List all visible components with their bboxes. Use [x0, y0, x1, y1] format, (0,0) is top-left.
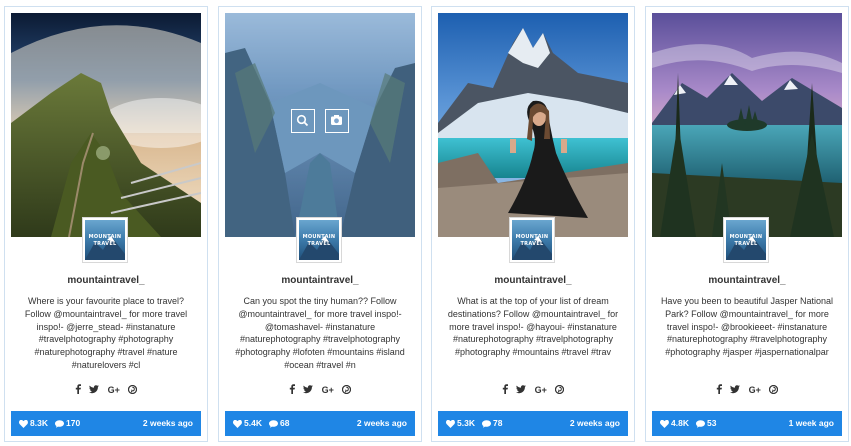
google-plus-icon[interactable]: G+ — [749, 385, 761, 395]
comment-count[interactable]: 78 — [482, 418, 502, 428]
share-icons: G+ — [5, 384, 207, 396]
post-caption: What is at the top of your list of dream… — [447, 296, 619, 358]
comment-icon — [55, 420, 64, 428]
like-count[interactable]: 5.3K — [445, 418, 475, 428]
like-count[interactable]: 5.4K — [232, 418, 262, 428]
avatar[interactable]: MOUNTAIN TRAVEL — [509, 217, 555, 263]
avatar-logo-line2: TRAVEL — [307, 241, 331, 247]
post-photo[interactable] — [11, 13, 201, 237]
comment-icon — [269, 420, 278, 428]
post-time-ago: 2 weeks ago — [569, 418, 620, 428]
username[interactable]: mountaintravel_ — [219, 275, 421, 286]
avatar-logo-line2: TRAVEL — [734, 241, 758, 247]
post-card[interactable]: MOUNTAIN TRAVEL mountaintravel_ Can you … — [218, 6, 422, 442]
post-caption: Can you spot the tiny human?? Follow @mo… — [235, 296, 405, 370]
username[interactable]: mountaintravel_ — [646, 275, 848, 286]
zoom-button[interactable] — [290, 109, 315, 133]
heart-icon — [18, 419, 28, 428]
heart-icon — [659, 419, 669, 428]
avatar-logo-line1: MOUNTAIN — [302, 234, 336, 240]
avatar-logo-line2: TRAVEL — [93, 241, 117, 247]
twitter-icon[interactable] — [516, 384, 527, 396]
avatar[interactable]: MOUNTAIN TRAVEL — [82, 217, 128, 263]
post-stats-bar: 5.4K 68 2 weeks ago — [225, 411, 415, 436]
heart-icon — [232, 419, 242, 428]
post-photo[interactable] — [438, 13, 628, 237]
username[interactable]: mountaintravel_ — [5, 275, 207, 286]
pinterest-icon[interactable] — [555, 384, 565, 396]
twitter-icon[interactable] — [89, 384, 100, 396]
pinterest-icon[interactable] — [769, 384, 779, 396]
post-caption: Where is your favourite place to travel?… — [24, 296, 188, 370]
post-caption: Have you been to beautiful Jasper Nation… — [660, 296, 834, 358]
facebook-icon[interactable] — [289, 384, 295, 396]
post-card[interactable]: MOUNTAIN TRAVEL mountaintravel_ Have you… — [645, 6, 849, 442]
post-photo[interactable] — [225, 13, 415, 237]
google-plus-icon[interactable]: G+ — [322, 385, 334, 395]
open-instagram-button[interactable] — [325, 109, 350, 133]
avatar-logo-line1: MOUNTAIN — [515, 234, 549, 240]
avatar[interactable]: MOUNTAIN TRAVEL — [723, 217, 769, 263]
post-stats-bar: 5.3K 78 2 weeks ago — [438, 411, 628, 436]
share-icons: G+ — [432, 384, 634, 396]
avatar[interactable]: MOUNTAIN TRAVEL — [296, 217, 342, 263]
post-stats-bar: 4.8K 53 1 week ago — [652, 411, 842, 436]
share-icons: G+ — [219, 384, 421, 396]
google-plus-icon[interactable]: G+ — [108, 385, 120, 395]
overlay-actions — [225, 109, 415, 133]
comment-count[interactable]: 68 — [269, 418, 289, 428]
post-time-ago: 2 weeks ago — [356, 418, 407, 428]
facebook-icon[interactable] — [75, 384, 81, 396]
username[interactable]: mountaintravel_ — [432, 275, 634, 286]
twitter-icon[interactable] — [303, 384, 314, 396]
post-card[interactable]: MOUNTAIN TRAVEL mountaintravel_ What is … — [431, 6, 635, 442]
avatar-logo-line1: MOUNTAIN — [729, 234, 763, 240]
comment-count[interactable]: 170 — [55, 418, 80, 428]
share-icons: G+ — [646, 384, 848, 396]
heart-icon — [445, 419, 455, 428]
google-plus-icon[interactable]: G+ — [535, 385, 547, 395]
camera-icon — [331, 115, 343, 125]
post-card[interactable]: MOUNTAIN TRAVEL mountaintravel_ Where is… — [4, 6, 208, 442]
facebook-icon[interactable] — [502, 384, 508, 396]
twitter-icon[interactable] — [730, 384, 741, 396]
facebook-icon[interactable] — [716, 384, 722, 396]
comment-icon — [482, 420, 491, 428]
post-stats-bar: 8.3K 170 2 weeks ago — [11, 411, 201, 436]
avatar-logo-line2: TRAVEL — [520, 241, 544, 247]
like-count[interactable]: 8.3K — [18, 418, 48, 428]
comment-count[interactable]: 53 — [696, 418, 716, 428]
post-photo[interactable] — [652, 13, 842, 237]
avatar-logo-line1: MOUNTAIN — [88, 234, 122, 240]
post-time-ago: 1 week ago — [788, 418, 834, 428]
pinterest-icon[interactable] — [342, 384, 352, 396]
feed-grid: MOUNTAIN TRAVEL mountaintravel_ Where is… — [4, 6, 849, 442]
like-count[interactable]: 4.8K — [659, 418, 689, 428]
comment-icon — [696, 420, 705, 428]
search-icon — [296, 114, 308, 127]
pinterest-icon[interactable] — [128, 384, 138, 396]
post-time-ago: 2 weeks ago — [142, 418, 193, 428]
